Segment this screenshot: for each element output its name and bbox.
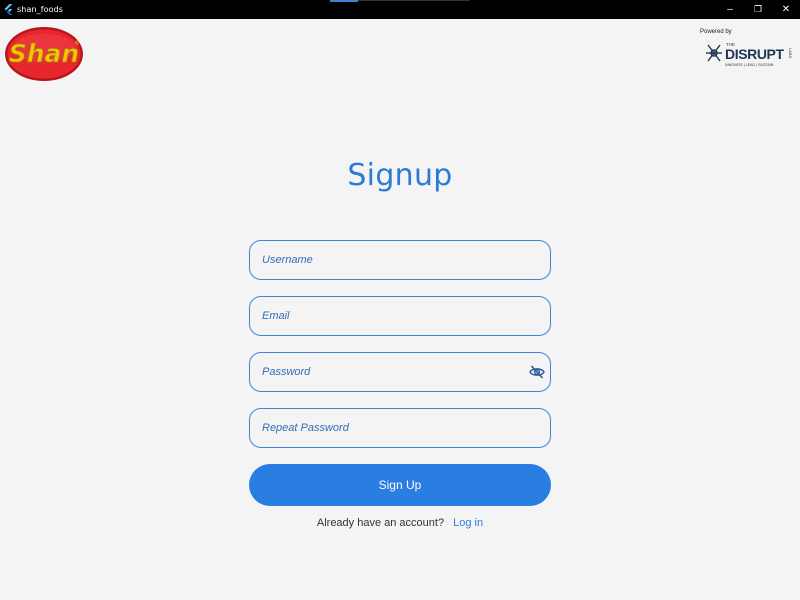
login-prompt-row: Already have an account? Log in [0, 517, 800, 529]
titlebar-divider [358, 0, 470, 1]
repeat-password-field [249, 408, 551, 448]
signup-page: Shan ® Powered by THE DISRUPT LABS INNOV… [0, 19, 800, 600]
minimize-button[interactable]: – [716, 0, 744, 19]
window-title: shan_foods [17, 5, 64, 14]
partner-name: DISRUPT [725, 46, 784, 62]
password-input[interactable] [250, 353, 550, 391]
flutter-app-icon [3, 4, 13, 16]
email-input[interactable] [250, 297, 550, 335]
login-prompt-text: Already have an account? [316, 517, 445, 529]
close-button[interactable]: ✕ [772, 0, 800, 19]
shan-logo: Shan ® [4, 26, 84, 82]
powered-by-label: Powered by [700, 29, 732, 35]
username-field [249, 240, 551, 280]
password-field [249, 352, 551, 392]
partner-labs: LABS [788, 48, 793, 59]
registered-mark: ® [74, 40, 80, 47]
disrupt-labs-logo: THE DISRUPT LABS INNOVATE | LEAD | SUSTA… [706, 42, 793, 67]
disrupt-labs-badge: Powered by THE DISRUPT LABS INNOVATE | L… [700, 29, 796, 79]
maximize-button[interactable]: ❐ [744, 0, 772, 19]
window-titlebar: shan_foods – ❐ ✕ [0, 0, 800, 19]
repeat-password-input[interactable] [250, 409, 550, 447]
email-field [249, 296, 551, 336]
eye-off-icon[interactable] [528, 363, 546, 381]
close-icon: ✕ [781, 4, 791, 15]
shan-logo-text: Shan [9, 39, 79, 68]
minimize-icon: – [727, 4, 733, 15]
window-controls: – ❐ ✕ [716, 0, 800, 19]
signup-button[interactable]: Sign Up [249, 464, 551, 506]
username-input[interactable] [250, 241, 550, 279]
login-link[interactable]: Log in [453, 517, 483, 529]
titlebar-accent [330, 0, 358, 2]
restore-icon: ❐ [753, 4, 763, 14]
page-title: Signup [347, 158, 453, 193]
partner-tagline: INNOVATE | LEAD | SUSTAIN [725, 63, 774, 67]
